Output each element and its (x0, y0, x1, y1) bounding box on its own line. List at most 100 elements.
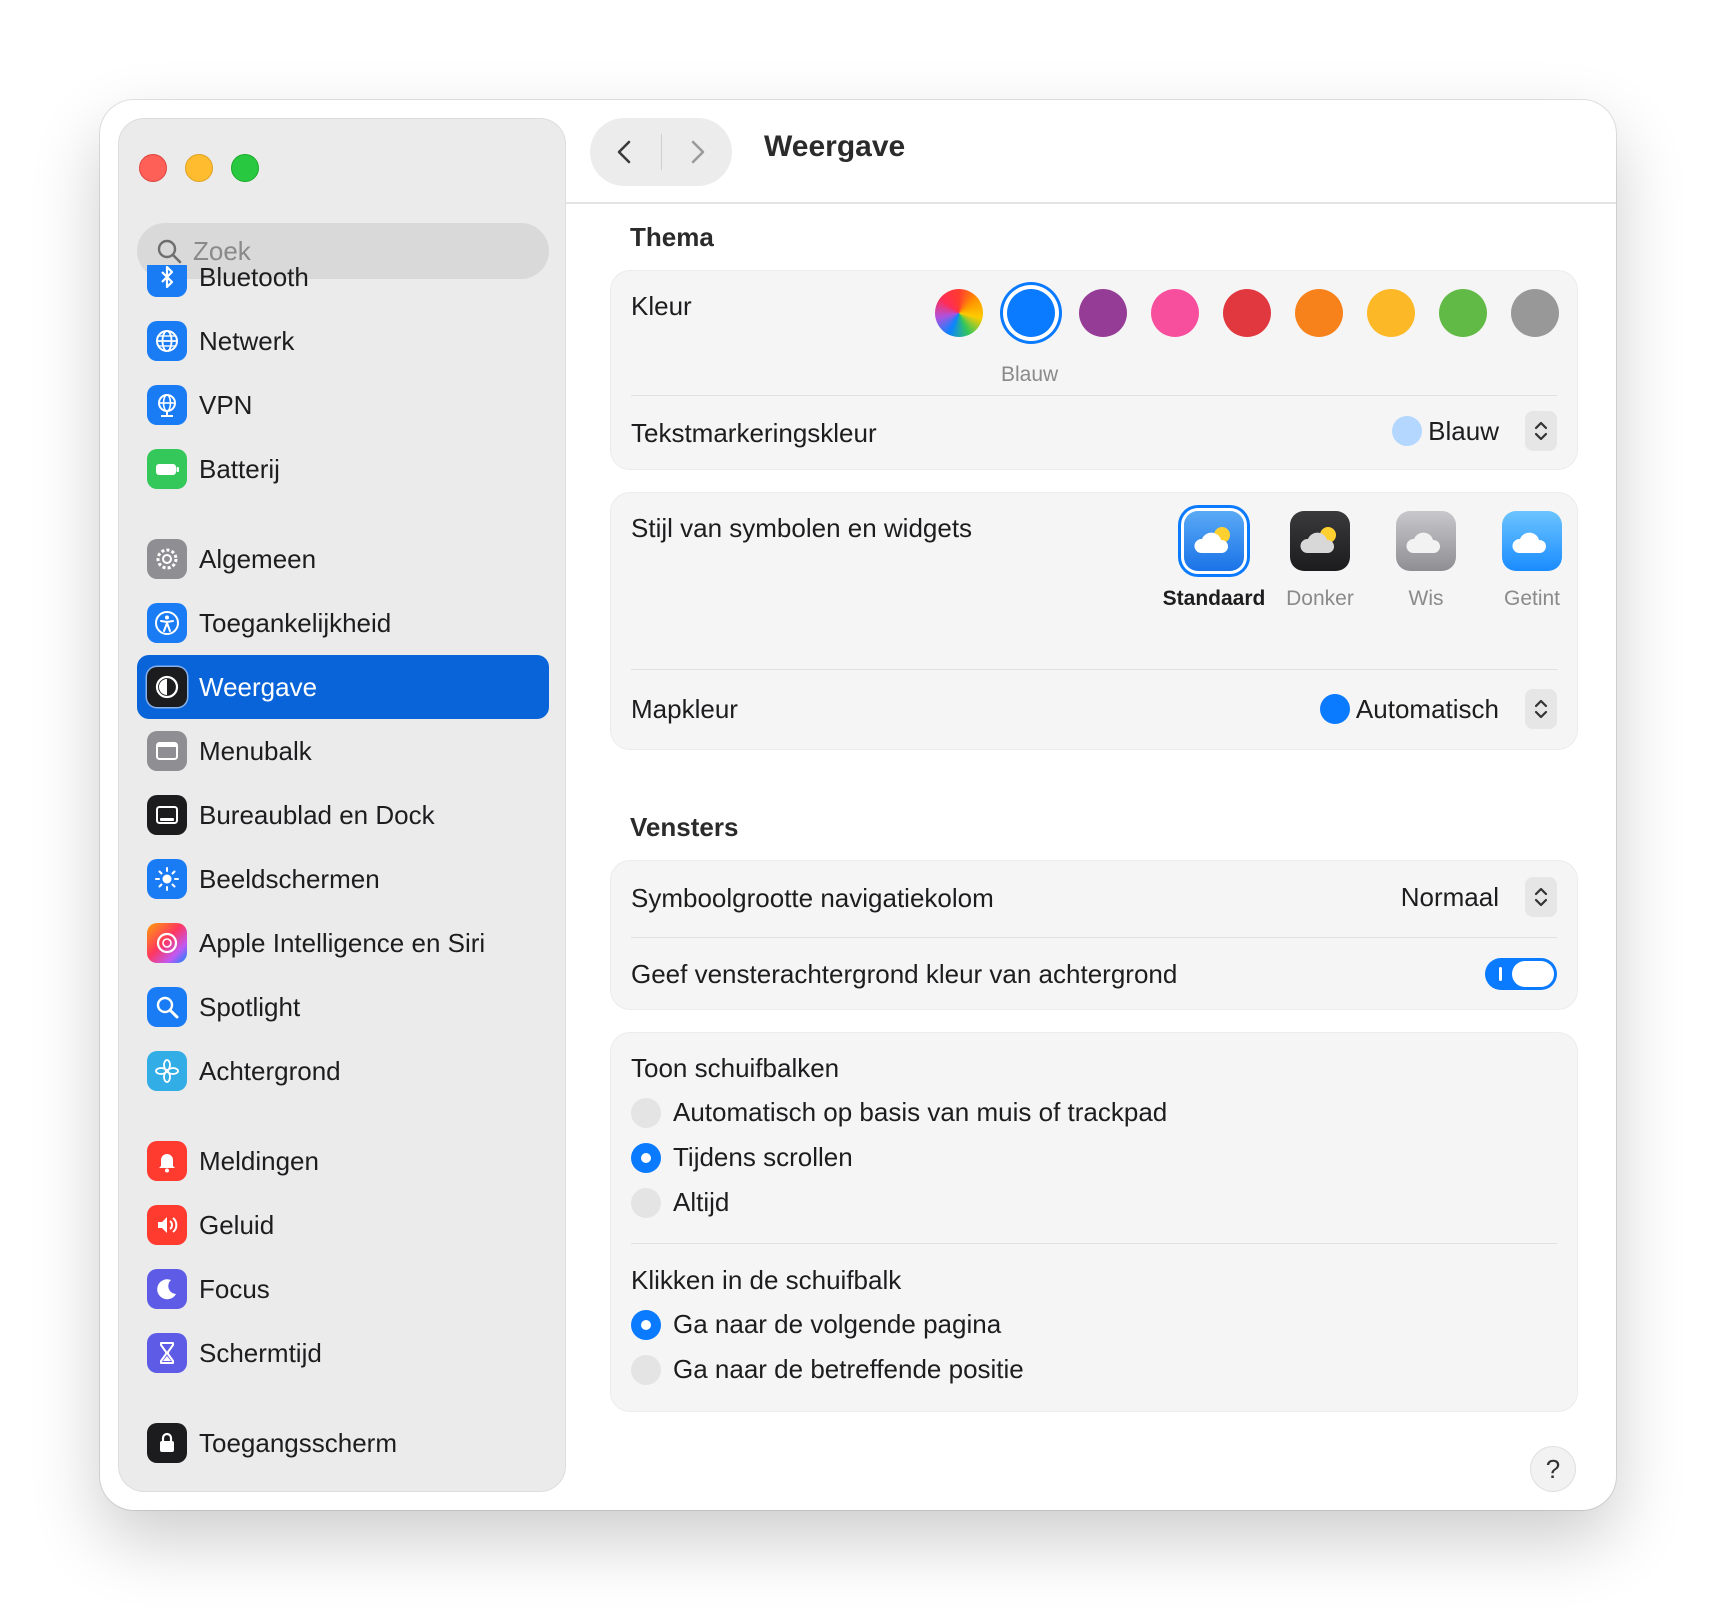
gear-icon (147, 539, 187, 579)
vpn-globe-icon (147, 385, 187, 425)
wallpaper-tint-toggle[interactable] (1485, 958, 1557, 990)
siri-icon (147, 923, 187, 963)
sidebar-item-vpn[interactable]: VPN (137, 373, 549, 437)
close-button[interactable] (139, 154, 167, 182)
sun-icon (147, 859, 187, 899)
radio-option[interactable]: Automatisch op basis van muis of trackpa… (631, 1097, 1167, 1128)
sidebar-item-label: Meldingen (199, 1145, 319, 1176)
radio-button[interactable] (631, 1309, 661, 1340)
sidebar-item-weergave[interactable]: Weergave (137, 655, 549, 719)
sidebar-item-meldingen[interactable]: Meldingen (137, 1129, 549, 1193)
radio-button[interactable] (631, 1354, 661, 1385)
widget-style-label: Getint (1503, 587, 1561, 610)
widget-style-label: Standaard (1162, 587, 1266, 610)
flower-icon (147, 1051, 187, 1091)
radio-label: Tijdens scrollen (673, 1142, 853, 1172)
weather-cloud-icon (1184, 511, 1244, 571)
accent-swatch-purple[interactable] (1079, 289, 1127, 337)
accent-swatch-pink[interactable] (1151, 289, 1199, 337)
radio-option[interactable]: Ga naar de volgende pagina (631, 1309, 1001, 1340)
accent-swatch-graphite[interactable] (1511, 289, 1559, 337)
accent-swatch-caption: Blauw (1001, 363, 1059, 386)
sidebar-icon-size-popup[interactable]: Normaal (1401, 877, 1557, 917)
highlight-color-dot (1392, 416, 1423, 446)
sidebar-item-toegangsscherm[interactable]: Toegangsscherm (137, 1411, 549, 1475)
accent-swatch-yellow[interactable] (1367, 289, 1415, 337)
settings-window: Bluetooth Netwerk VPN Batterij Algemeen Toega… (100, 100, 1616, 1510)
highlight-color-popup[interactable]: Blauw (1392, 411, 1557, 451)
sidebar-item-achtergrond[interactable]: Achtergrond (137, 1039, 549, 1103)
windows-card: Symboolgrootte navigatiekolom Normaal Ge… (610, 860, 1578, 1010)
sidebar-item-label: Weergave (199, 671, 318, 702)
sidebar-item-menubalk[interactable]: Menubalk (137, 719, 549, 783)
widget-style-donker[interactable]: Donker (1285, 511, 1355, 611)
accent-swatch-orange[interactable] (1295, 289, 1343, 337)
accent-swatch-red[interactable] (1223, 289, 1271, 337)
sidebar-item-label: Schermtijd (199, 1337, 322, 1368)
widget-style-wis[interactable]: Wis (1391, 511, 1461, 611)
toggle-on-indicator (1499, 967, 1502, 981)
zoom-button[interactable] (231, 154, 259, 182)
forward-button[interactable] (662, 118, 733, 186)
back-button[interactable] (590, 118, 661, 186)
magnifier-icon (147, 987, 187, 1027)
sidebar-item-spotlight[interactable]: Spotlight (137, 975, 549, 1039)
show-scrollbars-label: Toon schuifbalken (631, 1053, 840, 1083)
radio-option[interactable]: Tijdens scrollen (631, 1142, 853, 1173)
accent-color-swatches: Blauw (935, 289, 1559, 386)
wallpaper-tint-label: Geef vensterachtergrond kleur van achter… (631, 959, 1178, 989)
sidebar-item-toegankelijkheid[interactable]: Toegankelijkheid (137, 591, 549, 655)
radio-button[interactable] (631, 1097, 661, 1128)
popup-stepper (1525, 411, 1557, 451)
accent-swatch-blue[interactable]: Blauw (1001, 289, 1058, 386)
sidebar-item-label: Achtergrond (199, 1055, 341, 1086)
toggle-knob (1512, 961, 1554, 987)
sidebar-item-label: Batterij (199, 453, 280, 484)
widget-style-card: Stijl van symbolen en widgets Standaard D… (610, 492, 1578, 750)
sidebar-item-schermtijd[interactable]: Schermtijd (137, 1321, 549, 1385)
sidebar-item-netwerk[interactable]: Netwerk (137, 309, 549, 373)
sidebar-item-beeldschermen[interactable]: Beeldschermen (137, 847, 549, 911)
sidebar-item-label: Netwerk (199, 325, 295, 356)
minimize-button[interactable] (185, 154, 213, 182)
accent-color-label: Kleur (631, 291, 692, 321)
radio-option[interactable]: Ga naar de betreffende positie (631, 1354, 1024, 1385)
sidebar-icon-size-label: Symboolgrootte navigatiekolom (631, 883, 994, 913)
widget-style-standaard[interactable]: Standaard (1163, 511, 1265, 611)
sidebar-item-bureaublad-en-dock[interactable]: Bureaublad en Dock (137, 783, 549, 847)
menubar-icon (147, 731, 187, 771)
sidebar-item-batterij[interactable]: Batterij (137, 437, 549, 501)
radio-option[interactable]: Altijd (631, 1187, 729, 1218)
search-input[interactable] (193, 235, 533, 267)
sidebar-item-bluetooth[interactable]: Bluetooth (137, 265, 549, 309)
lock-icon (147, 1423, 187, 1463)
sidebar-item-label: Algemeen (199, 543, 317, 574)
widget-style-getint[interactable]: Getint (1497, 511, 1567, 611)
folder-color-label: Mapkleur (631, 694, 738, 724)
sidebar-item-label: Spotlight (199, 991, 301, 1022)
theme-color-card: Kleur Blauw Tekstmarkeringskleur Blauw (610, 270, 1578, 470)
weather-cloud-icon (1290, 511, 1350, 571)
accent-swatch-multicolor[interactable] (935, 289, 983, 337)
sidebar-item-algemeen[interactable]: Algemeen (137, 527, 549, 591)
folder-color-popup[interactable]: Automatisch (1319, 689, 1557, 729)
navigation-buttons (590, 118, 732, 186)
sidebar-item-label: Bluetooth (199, 265, 309, 292)
widget-style-label: Donker (1286, 587, 1354, 610)
widget-style-label: Wis (1408, 587, 1444, 610)
chevron-left-icon (617, 140, 631, 164)
sidebar-list: Bluetooth Netwerk VPN Batterij Algemeen Toega… (119, 265, 565, 1491)
sidebar-item-label: Toegangsscherm (199, 1427, 397, 1458)
search-icon (157, 239, 182, 264)
sidebar-item-geluid[interactable]: Geluid (137, 1193, 549, 1257)
appearance-icon (147, 667, 187, 707)
weather-cloud-icon (1502, 511, 1562, 571)
radio-label: Ga naar de betreffende positie (673, 1354, 1024, 1384)
radio-button[interactable] (631, 1187, 661, 1218)
radio-button[interactable] (631, 1142, 661, 1173)
sidebar-item-apple-intelligence-en-siri[interactable]: Apple Intelligence en Siri (137, 911, 549, 975)
sidebar-item-focus[interactable]: Focus (137, 1257, 549, 1321)
accent-swatch-green[interactable] (1439, 289, 1487, 337)
help-button[interactable]: ? (1530, 1446, 1576, 1492)
widget-style-label: Stijl van symbolen en widgets (631, 513, 973, 543)
